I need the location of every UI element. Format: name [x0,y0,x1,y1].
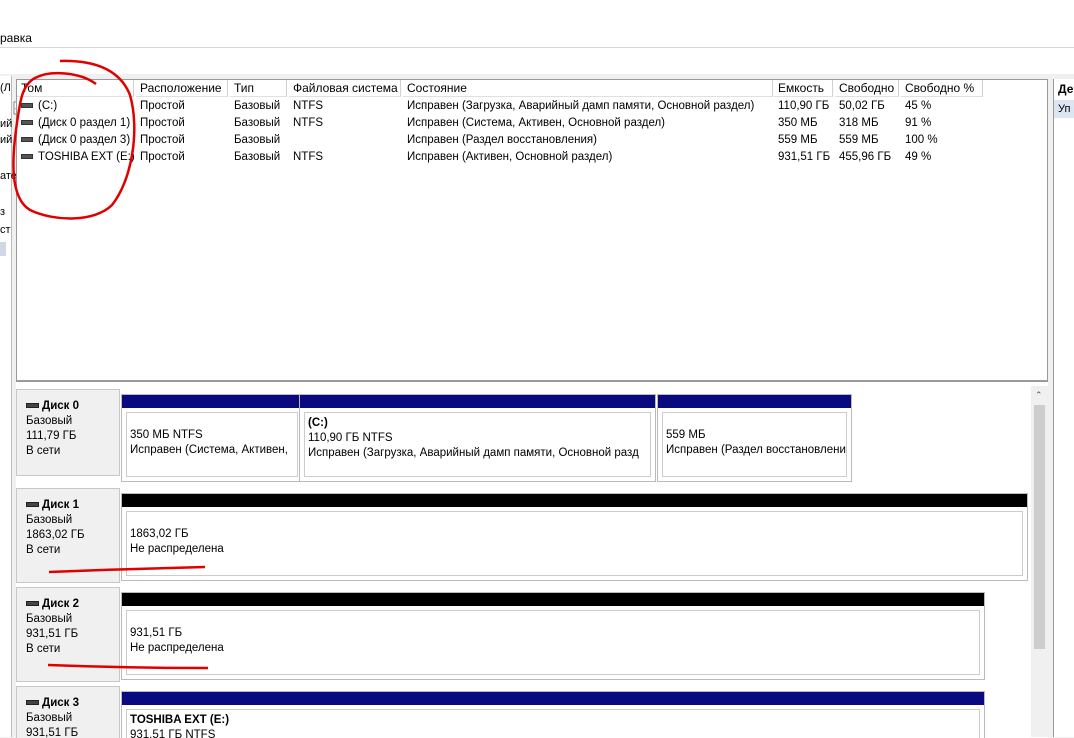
annotation-underline-disk1 [48,565,206,574]
annotation-circle [12,59,136,220]
annotation-overlay [12,59,209,670]
annotation-underline-disk2 [47,663,209,670]
